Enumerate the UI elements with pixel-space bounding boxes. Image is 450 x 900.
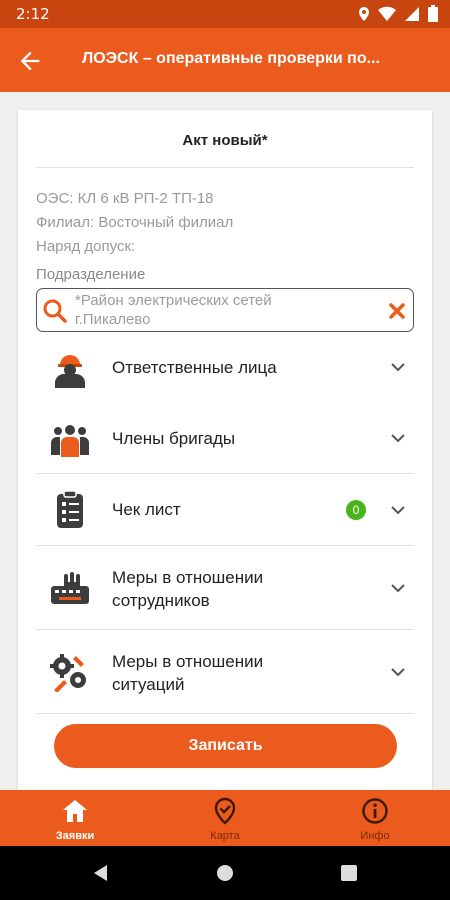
nav-label: Заявки	[55, 830, 95, 842]
nav-label: Карта	[210, 830, 240, 842]
chevron-down-icon	[391, 584, 405, 593]
signal-icon	[405, 6, 419, 21]
chevron-down-icon	[391, 668, 405, 677]
chevron-down-icon	[391, 434, 405, 443]
home-icon	[63, 800, 87, 822]
divider	[36, 713, 414, 714]
act-title: Акт новый*	[182, 132, 268, 149]
bottom-nav: Заявки Карта Инфо	[0, 790, 450, 846]
clear-icon[interactable]	[387, 301, 407, 321]
section-label: Меры в отношении ситуаций	[112, 650, 263, 696]
app-bar: ЛОЭСК – оперативные проверки по...	[0, 28, 450, 92]
section-label-line2: ситуаций	[112, 675, 185, 694]
subdivision-value-line1: *Район электрических сетей	[75, 292, 272, 309]
subdivision-value-line2: г.Пикалево	[75, 311, 151, 328]
section-label-line1: Меры в отношении	[112, 568, 264, 587]
clipboard-icon	[57, 490, 83, 528]
back-triangle-icon[interactable]	[92, 864, 110, 882]
chevron-down-icon	[391, 506, 405, 515]
section-label-line2: сотрудников	[112, 591, 210, 610]
section-checklist[interactable]: Чек лист 0	[36, 474, 414, 546]
checklist-count-badge: 0	[346, 500, 366, 520]
status-icons	[358, 5, 438, 22]
save-button[interactable]: Записать	[54, 724, 397, 768]
section-label: Чек лист	[112, 500, 181, 519]
battery-icon	[428, 5, 438, 22]
subdivision-label: Подразделение	[36, 266, 146, 283]
nav-item-map[interactable]: Карта	[150, 790, 300, 846]
keyboard-hand-icon	[51, 572, 89, 604]
arrow-left-icon[interactable]	[16, 47, 44, 75]
wifi-icon	[378, 6, 396, 21]
status-bar: 2:12	[0, 0, 450, 28]
divider	[36, 167, 414, 168]
section-label: Меры в отношении сотрудников	[112, 566, 263, 612]
app-title: ЛОЭСК – оперативные проверки по...	[82, 50, 380, 67]
info-icon	[362, 798, 388, 824]
branch-info: Филиал: Восточный филиал	[36, 214, 234, 231]
section-responsible-persons[interactable]: Ответственные лица	[36, 332, 414, 402]
nav-item-info[interactable]: Инфо	[300, 790, 450, 846]
map-pin-check-icon	[214, 797, 236, 825]
section-brigade-members[interactable]: Члены бригады	[36, 402, 414, 474]
recents-square-icon[interactable]	[340, 864, 358, 882]
worker-helmet-icon	[55, 355, 85, 388]
section-measures-staff[interactable]: Меры в отношении сотрудников	[36, 546, 414, 630]
act-card: Акт новый* ОЭС: КЛ 6 кВ РП-2 ТП-18 Филиа…	[18, 110, 432, 790]
section-label: Члены бригады	[112, 429, 236, 448]
search-icon	[43, 299, 67, 323]
nav-label: Инфо	[360, 830, 390, 842]
status-time: 2:12	[16, 5, 50, 23]
work-order-info: Наряд допуск:	[36, 238, 136, 255]
team-icon	[51, 425, 89, 457]
oes-info: ОЭС: КЛ 6 кВ РП-2 ТП-18	[36, 190, 214, 207]
subdivision-search-field[interactable]: *Район электрических сетей г.Пикалево	[36, 288, 414, 332]
subdivision-value: *Район электрических сетей г.Пикалево	[75, 291, 375, 329]
nav-item-requests[interactable]: Заявки	[0, 790, 150, 846]
system-nav-bar	[0, 846, 450, 900]
section-measures-situations[interactable]: Меры в отношении ситуаций	[36, 630, 414, 714]
location-icon	[359, 6, 369, 21]
gears-icon	[50, 654, 86, 692]
section-label-line1: Меры в отношении	[112, 652, 264, 671]
chevron-down-icon	[391, 363, 405, 372]
section-label: Ответственные лица	[112, 358, 277, 377]
home-circle-icon[interactable]	[216, 864, 234, 882]
